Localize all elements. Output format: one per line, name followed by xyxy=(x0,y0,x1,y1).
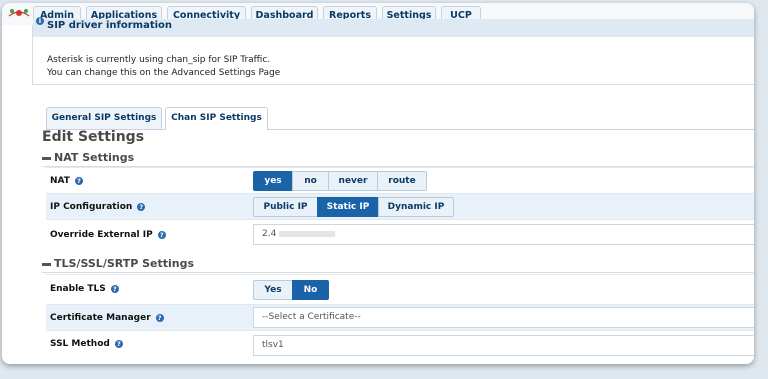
ip-configuration-options: Public IP Static IP Dynamic IP xyxy=(253,197,454,217)
sip-driver-info-panel: i SIP driver information Asterisk is cur… xyxy=(32,17,754,85)
tls-yes-button[interactable]: Yes xyxy=(253,280,293,300)
ssl-method-row: SSL Method? tlsv1 xyxy=(46,330,754,358)
tab-chan-sip-settings[interactable]: Chan SIP Settings xyxy=(165,107,268,130)
help-icon[interactable]: ? xyxy=(137,202,146,211)
nat-options: yes no never route xyxy=(253,171,427,191)
override-external-ip-label: Override External IP? xyxy=(50,230,166,240)
help-icon[interactable]: ? xyxy=(157,230,166,239)
enable-tls-row: Enable TLS? Yes No xyxy=(46,274,754,304)
collapse-icon xyxy=(42,156,51,160)
ip-configuration-label: IP Configuration? xyxy=(50,202,146,212)
nat-never-button[interactable]: never xyxy=(328,171,378,191)
freepbx-logo-icon[interactable] xyxy=(7,6,31,20)
info-line-1: Asterisk is currently using chan_sip for… xyxy=(47,55,271,65)
help-icon[interactable]: ? xyxy=(74,176,83,185)
nat-settings-title: NAT Settings xyxy=(54,151,135,164)
public-ip-button[interactable]: Public IP xyxy=(253,197,318,217)
ip-configuration-row: IP Configuration? Public IP Static IP Dy… xyxy=(46,193,754,219)
edit-settings-heading: Edit Settings xyxy=(42,129,145,145)
enable-tls-options: Yes No xyxy=(253,280,329,300)
tls-no-button[interactable]: No xyxy=(292,280,329,300)
nat-label: NAT? xyxy=(50,176,83,186)
enable-tls-label: Enable TLS? xyxy=(50,284,119,294)
certificate-manager-label: Certificate Manager? xyxy=(50,313,164,323)
tls-settings-heading[interactable]: TLS/SSL/SRTP Settings xyxy=(42,257,194,270)
info-panel-body: Asterisk is currently using chan_sip for… xyxy=(47,54,280,80)
section-divider xyxy=(42,272,754,273)
ssl-method-label: SSL Method? xyxy=(50,339,123,349)
tls-settings-title: TLS/SSL/SRTP Settings xyxy=(54,257,195,270)
dynamic-ip-button[interactable]: Dynamic IP xyxy=(378,197,454,217)
ssl-method-input[interactable]: tlsv1 xyxy=(253,335,754,356)
nat-route-button[interactable]: route xyxy=(377,171,427,191)
certificate-manager-row: Certificate Manager? --Select a Certific… xyxy=(46,304,754,330)
help-icon[interactable]: ? xyxy=(155,313,164,322)
info-title-text: SIP driver information xyxy=(47,20,173,31)
info-line-2: You can change this on the Advanced Sett… xyxy=(47,68,281,78)
app-window: Admin Applications Connectivity Dashboar… xyxy=(2,3,754,364)
settings-tabs: General SIP Settings Chan SIP Settings xyxy=(46,107,754,130)
certificate-select[interactable]: --Select a Certificate-- xyxy=(253,307,754,328)
main-content: i SIP driver information Asterisk is cur… xyxy=(2,17,754,364)
collapse-icon xyxy=(42,262,51,266)
override-external-ip-row: Override External IP? 2.4 xyxy=(46,219,754,249)
help-icon[interactable]: ? xyxy=(110,284,119,293)
nat-settings-heading[interactable]: NAT Settings xyxy=(42,151,134,164)
help-icon[interactable]: ? xyxy=(114,339,123,348)
tab-general-sip-settings[interactable]: General SIP Settings xyxy=(46,107,162,129)
info-icon: i xyxy=(36,17,44,25)
override-external-ip-input[interactable]: 2.4 xyxy=(253,224,754,245)
static-ip-button[interactable]: Static IP xyxy=(317,197,379,217)
info-panel-title: i SIP driver information xyxy=(33,17,754,37)
redacted-ip xyxy=(279,230,336,237)
nat-no-button[interactable]: no xyxy=(292,171,329,191)
nat-yes-button[interactable]: yes xyxy=(253,171,293,191)
nat-row: NAT? yes no never route xyxy=(46,167,754,193)
